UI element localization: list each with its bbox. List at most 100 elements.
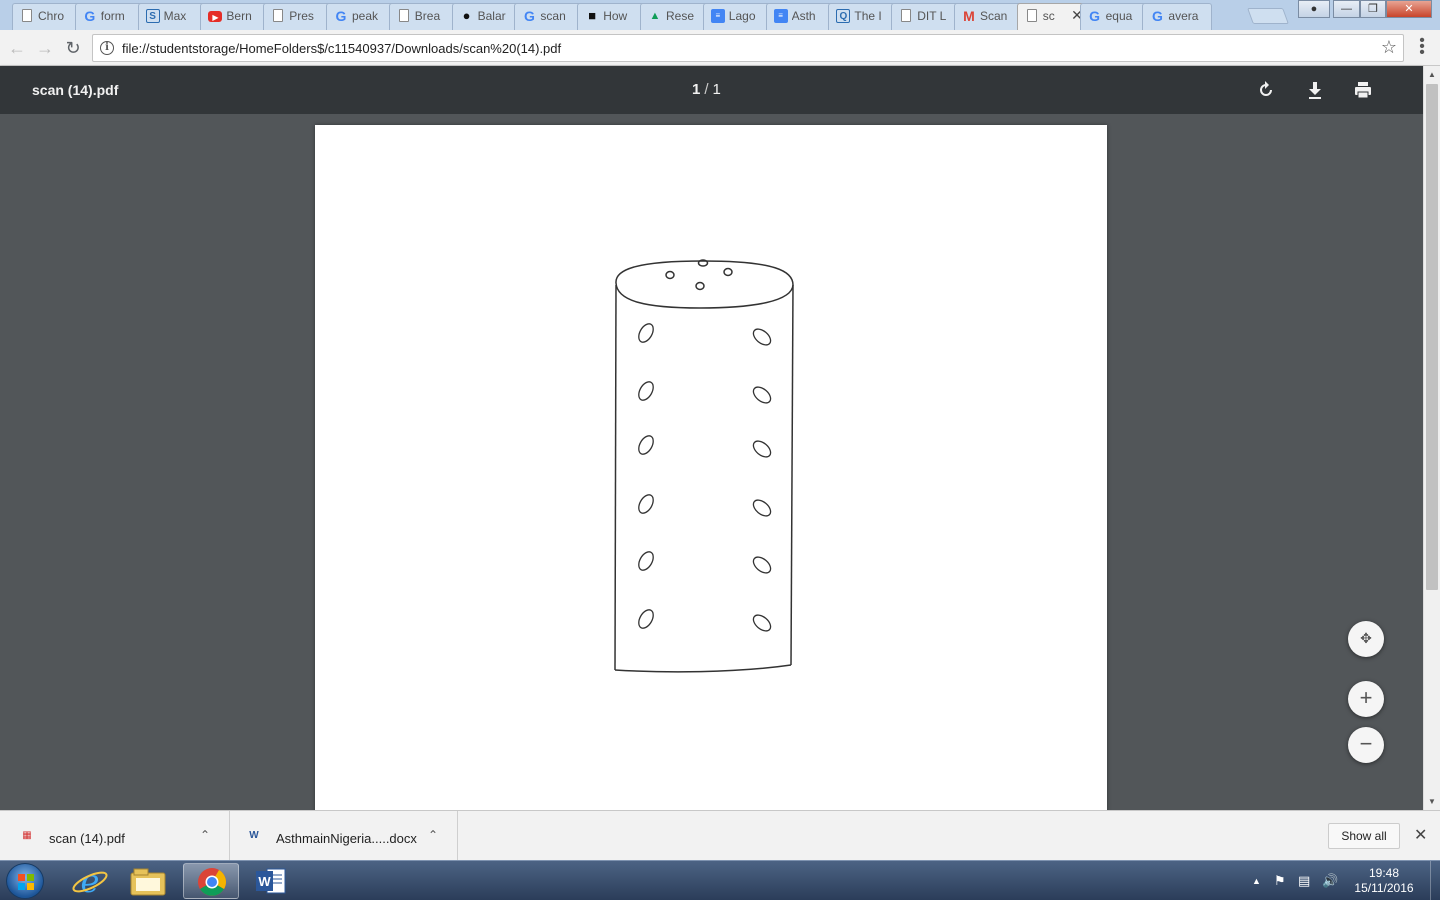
doc-icon: [22, 9, 32, 22]
show-all-button[interactable]: Show all: [1328, 823, 1400, 849]
tab-title: avera: [1168, 9, 1199, 23]
tab[interactable]: ■ How: [577, 3, 648, 30]
zoom-in-icon[interactable]: +: [1348, 681, 1384, 717]
tab-title: sc: [1042, 9, 1055, 23]
download-shelf: ▦ scan (14).pdf ⌃ W AsthmainNigeria.....…: [0, 810, 1440, 861]
back-icon[interactable]: ←: [6, 37, 28, 59]
rotate-icon[interactable]: [1255, 79, 1277, 101]
tab-title: Chro: [38, 9, 65, 23]
chrome-icon[interactable]: [183, 863, 239, 899]
q-icon: Q: [836, 9, 851, 23]
windows-taskbar: e W ▲ ⚑ ▤ 🔊 19:48 15/11/2016: [0, 860, 1440, 900]
system-clock[interactable]: 19:48 15/11/2016: [1344, 866, 1424, 896]
tab-title: Balar: [477, 9, 506, 23]
chevron-up-icon[interactable]: ⌃: [200, 828, 210, 842]
tab[interactable]: Q The I: [828, 3, 899, 30]
scroll-thumb[interactable]: [1426, 84, 1438, 590]
sketch-hole: [752, 328, 772, 346]
tab[interactable]: ▶ Bern: [200, 3, 271, 30]
tray-expand-icon[interactable]: ▲: [1252, 876, 1261, 886]
windows-logo-icon: [18, 874, 34, 890]
word-icon[interactable]: W: [243, 863, 299, 899]
tab-title: Bern: [226, 9, 252, 23]
windows-start-button[interactable]: [6, 863, 44, 899]
forward-icon[interactable]: →: [34, 37, 56, 59]
zoom-out-icon[interactable]: −: [1348, 727, 1384, 763]
volume-icon[interactable]: 🔊: [1322, 873, 1338, 889]
close-icon[interactable]: ✕: [1414, 825, 1427, 845]
tab[interactable]: Chro: [12, 3, 82, 30]
sketch-hole: [638, 551, 654, 571]
tab[interactable]: M Scan: [954, 3, 1024, 30]
chrome-menu-icon[interactable]: • • •: [1416, 33, 1428, 61]
tab[interactable]: ▲ Rese: [640, 3, 710, 30]
network-icon[interactable]: ▤: [1298, 873, 1310, 889]
document-title: scan (14).pdf: [32, 82, 119, 98]
tab-title: form: [100, 9, 125, 23]
tab[interactable]: Gform: [74, 3, 145, 30]
sketch-hole: [752, 556, 772, 574]
sketch-hole: [638, 435, 654, 455]
tab[interactable]: Brea: [388, 3, 459, 30]
address-bar[interactable]: i file://studentstorage/HomeFolders$/c11…: [92, 34, 1404, 62]
bookmark-star-icon[interactable]: ☆: [1381, 37, 1397, 58]
tab-title: Pres: [289, 9, 314, 23]
tab-title: equa: [1105, 9, 1133, 23]
page-separator: /: [704, 81, 709, 98]
action-center-flag-icon[interactable]: ⚑: [1274, 873, 1286, 889]
slides-icon: [398, 9, 409, 22]
internet-explorer-icon[interactable]: e: [62, 862, 118, 900]
tab[interactable]: Gavera: [1142, 3, 1213, 30]
tab-title: Scan: [980, 9, 1008, 23]
scroll-down-icon[interactable]: ▼: [1424, 793, 1440, 810]
window-user-button[interactable]: ●: [1298, 0, 1330, 18]
tab[interactable]: sc ✕: [1016, 3, 1087, 30]
vertical-scrollbar[interactable]: ▲ ▼: [1423, 66, 1440, 810]
tab[interactable]: Gscan: [514, 3, 585, 30]
tab-title: How: [603, 9, 628, 23]
show-desktop-button[interactable]: [1430, 861, 1440, 900]
minimize-button[interactable]: —: [1333, 0, 1360, 18]
image-icon: ■: [588, 8, 597, 23]
tab[interactable]: Gpeak: [326, 3, 396, 30]
tab[interactable]: ≡ Asth: [765, 3, 836, 30]
download-item[interactable]: ▦ scan (14).pdf ⌃: [0, 811, 230, 861]
chevron-up-icon[interactable]: ⌃: [428, 828, 438, 842]
sketch-hole: [638, 609, 654, 629]
mendeley-icon: S: [145, 9, 160, 23]
download-item[interactable]: W AsthmainNigeria.....docx ⌃: [230, 811, 458, 861]
tab[interactable]: Gequa: [1079, 3, 1150, 30]
download-filename[interactable]: AsthmainNigeria.....docx: [276, 831, 417, 846]
download-filename[interactable]: scan (14).pdf: [49, 831, 125, 846]
url-text[interactable]: file://studentstorage/HomeFolders$/c1154…: [122, 41, 561, 56]
tab[interactable]: DIT L: [891, 3, 962, 30]
info-icon[interactable]: i: [100, 41, 114, 55]
pdf-viewport[interactable]: ✥ + −: [0, 114, 1423, 810]
tab[interactable]: ● Balar: [451, 3, 522, 30]
tab-title: Asth: [791, 9, 816, 23]
svg-text:W: W: [258, 874, 271, 889]
clock-time: 19:48: [1368, 866, 1400, 880]
sketch-hole: [638, 323, 654, 343]
current-page-input[interactable]: 1: [692, 81, 700, 98]
file-explorer-icon[interactable]: [120, 863, 176, 899]
tab[interactable]: S Max: [137, 3, 208, 30]
window-close-button[interactable]: ✕: [1386, 0, 1432, 18]
tab[interactable]: Pres: [263, 3, 334, 30]
reload-icon[interactable]: ↻: [62, 37, 84, 59]
print-icon[interactable]: [1352, 79, 1374, 101]
tab-title: Lago: [728, 9, 756, 23]
sketch-hole: [638, 494, 654, 514]
tab-title: Rese: [666, 9, 695, 23]
total-pages: 1: [712, 81, 721, 98]
download-icon[interactable]: [1304, 79, 1326, 101]
scroll-up-icon[interactable]: ▲: [1424, 66, 1440, 83]
maximize-button[interactable]: ❐: [1360, 0, 1386, 18]
sketch-hole: [638, 381, 654, 401]
youtube-icon: ▶: [208, 11, 223, 22]
page-indicator: 1/1: [692, 81, 721, 98]
new-tab-button[interactable]: [1247, 8, 1289, 24]
tab[interactable]: ≡ Lago: [702, 3, 773, 30]
fit-to-page-icon[interactable]: ✥: [1348, 621, 1384, 657]
browser-toolbar: ← → ↻ i file://studentstorage/HomeFolder…: [0, 30, 1440, 66]
